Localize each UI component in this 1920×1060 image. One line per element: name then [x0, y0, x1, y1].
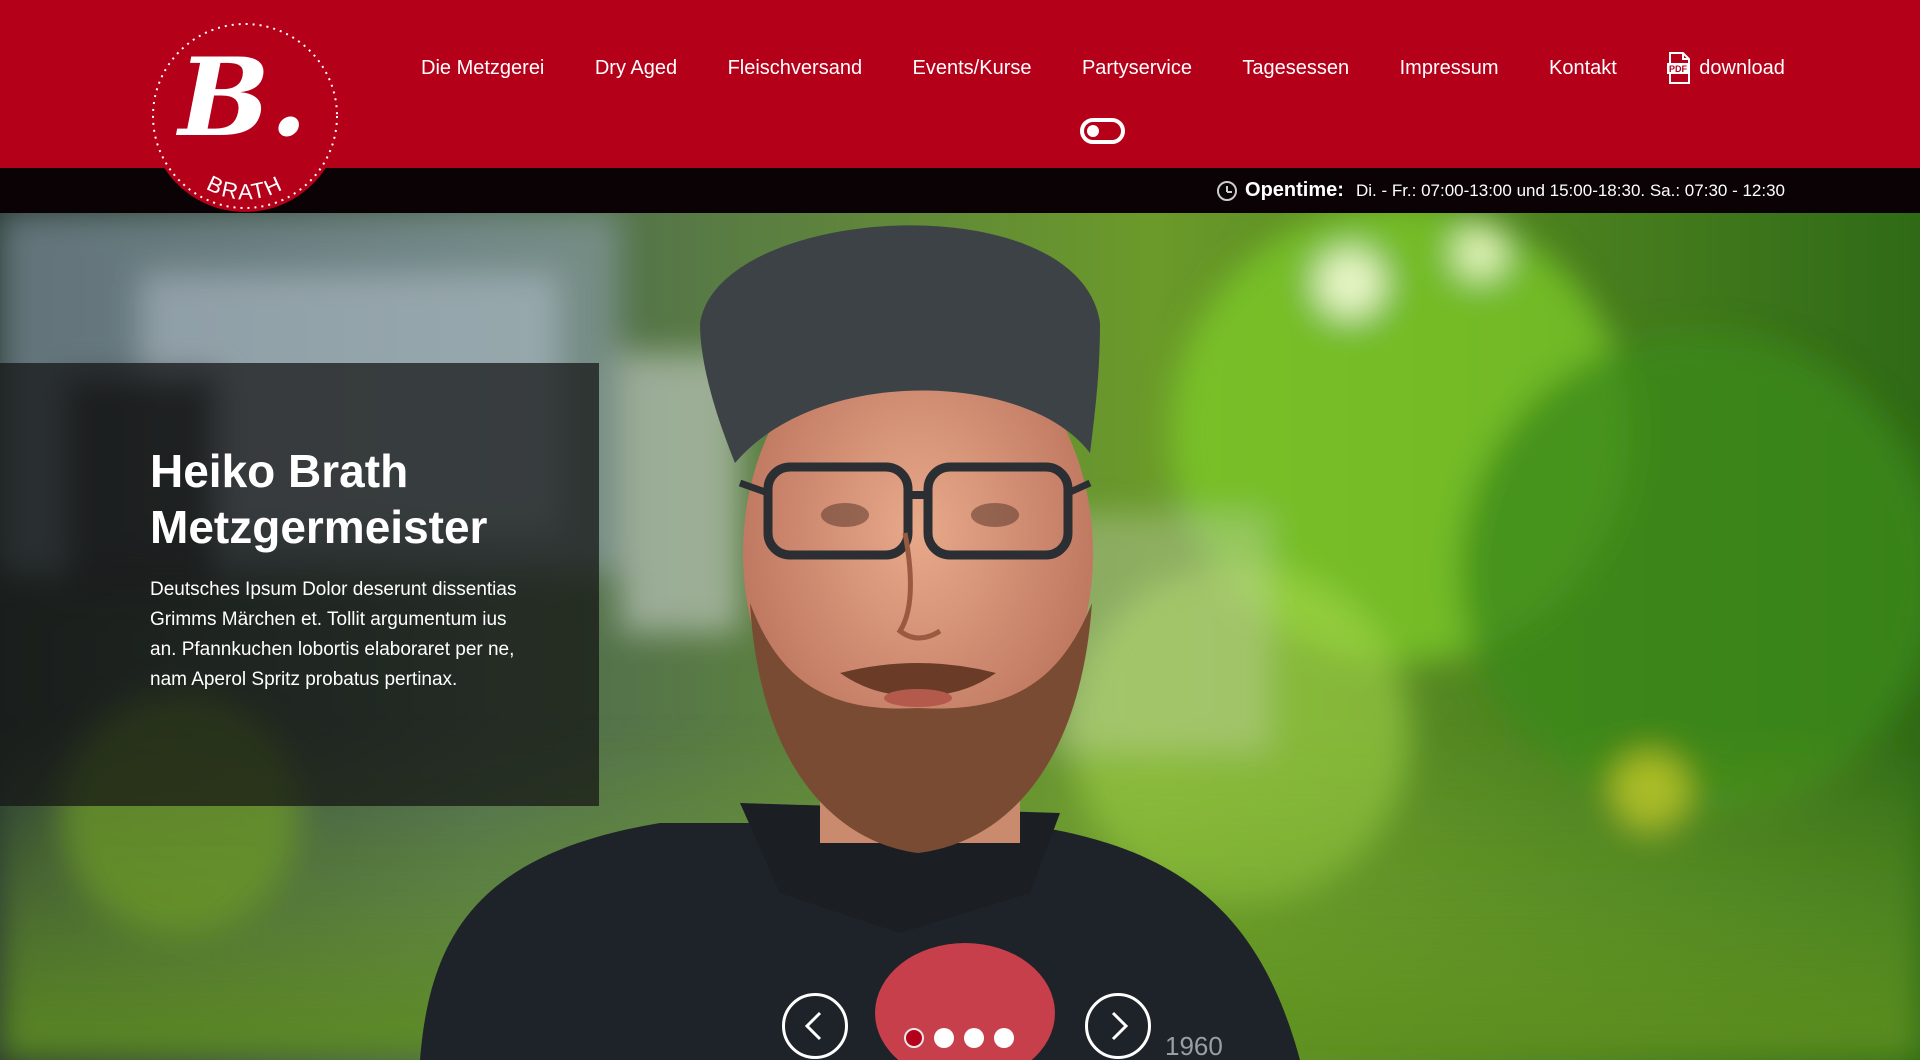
hero-title-role: Metzgermeister — [150, 501, 488, 553]
pdf-icon: PDF — [1667, 51, 1691, 85]
nav-item-kontakt[interactable]: Kontakt — [1549, 57, 1617, 80]
opentime-text: Di. - Fr.: 07:00-13:00 und 15:00-18:30. … — [1355, 180, 1785, 200]
nav-item-tagesessen[interactable]: Tagesessen — [1242, 57, 1349, 80]
slider-prev-button[interactable] — [782, 993, 848, 1059]
hero-text: Deutsches Ipsum Dolor deserunt dissentia… — [150, 579, 517, 690]
slider-dot-4[interactable] — [994, 1028, 1014, 1048]
slider-dots — [904, 1028, 1014, 1048]
download-label: download — [1699, 56, 1785, 79]
toggle-knob — [1087, 125, 1099, 137]
hero-title-name: Heiko Brath — [150, 445, 409, 497]
nav-item-dry-aged[interactable]: Dry Aged — [595, 57, 677, 80]
pdf-badge-text: PDF — [1669, 64, 1688, 74]
slider-dot-1[interactable] — [904, 1028, 924, 1048]
shirt-print-text: 1960 — [1165, 1031, 1223, 1060]
nav-item-fleischversand[interactable]: Fleischversand — [728, 57, 863, 80]
pdf-download-link[interactable]: PDF download — [1667, 51, 1785, 85]
nav-item-die-metzgerei[interactable]: Die Metzgerei — [421, 57, 544, 80]
slider-dot-3[interactable] — [964, 1028, 984, 1048]
nav-item-events-kurse[interactable]: Events/Kurse — [913, 57, 1032, 80]
theme-toggle[interactable] — [1080, 118, 1125, 144]
logo-letter: B. — [176, 35, 308, 161]
opentime: Opentime: Di. - Fr.: 07:00-13:00 und 15:… — [1217, 168, 1785, 213]
hero-slider: 1960 Heiko Brath Metzgermeister Deutsche… — [0, 213, 1920, 1060]
nav-item-impressum[interactable]: Impressum — [1400, 57, 1499, 80]
nav-item-partyservice[interactable]: Partyservice — [1082, 57, 1192, 80]
clock-icon — [1217, 180, 1238, 201]
main-navigation: Die Metzgerei Dry Aged Fleischversand Ev… — [421, 50, 1785, 86]
chevron-right-icon — [1111, 1011, 1129, 1041]
hero-caption-box: Heiko Brath Metzgermeister Deutsches Ips… — [0, 363, 599, 806]
slider-next-button[interactable] — [1085, 993, 1151, 1059]
opentime-label: Opentime: — [1245, 179, 1344, 201]
chevron-left-icon — [804, 1011, 822, 1041]
hero-title: Heiko Brath Metzgermeister — [150, 443, 570, 555]
slider-dot-2[interactable] — [934, 1028, 954, 1048]
brath-logo[interactable]: B. BRATH — [145, 10, 345, 220]
